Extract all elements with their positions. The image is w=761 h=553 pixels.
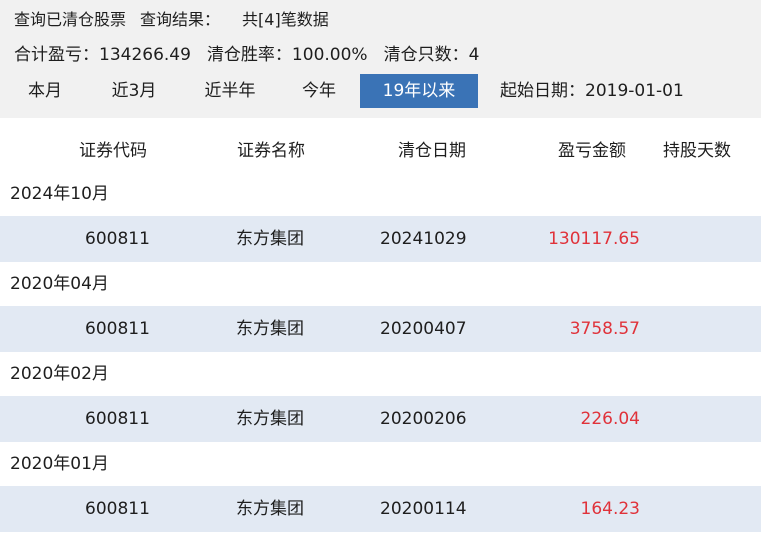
header-date[interactable]: 清仓日期 <box>398 132 466 170</box>
month-group-header: 2020年04月 <box>10 274 109 294</box>
query-title: 查询已清仓股票 <box>14 10 127 29</box>
stats-line: 合计盈亏：134266.49 清仓胜率：100.00% 清仓只数：4 <box>14 40 479 65</box>
month-group-header: 2024年10月 <box>10 184 109 204</box>
cell-date: 20200206 <box>380 409 467 429</box>
total-pl: 合计盈亏：134266.49 <box>14 45 191 65</box>
table-row[interactable]: 600811 东方集团 20200114 164.23 <box>0 486 761 532</box>
cell-code: 600811 <box>85 409 150 429</box>
header-code[interactable]: 证券代码 <box>79 132 147 170</box>
cell-date: 20241029 <box>380 229 467 249</box>
tab-half-year[interactable]: 近半年 <box>188 74 272 108</box>
tab-this-month[interactable]: 本月 <box>18 74 72 108</box>
start-date: 起始日期：2019-01-01 <box>500 81 684 101</box>
header-pl[interactable]: 盈亏金额 <box>558 132 626 170</box>
table-row[interactable]: 600811 东方集团 20200206 226.04 <box>0 396 761 442</box>
cell-pl: 226.04 <box>580 409 640 429</box>
cell-date: 20200114 <box>380 499 467 519</box>
cell-pl: 130117.65 <box>548 229 640 249</box>
result-label: 查询结果： <box>140 10 221 29</box>
table-row[interactable]: 600811 东方集团 20241029 130117.65 <box>0 216 761 262</box>
result-count: 共[4]笔数据 <box>242 10 329 29</box>
cell-name: 东方集团 <box>236 409 304 429</box>
tab-since-2019[interactable]: 19年以来 <box>360 74 478 108</box>
cell-name: 东方集团 <box>236 499 304 519</box>
cell-pl: 164.23 <box>580 499 640 519</box>
clear-count: 清仓只数：4 <box>383 45 480 65</box>
table-header: 证券代码 证券名称 清仓日期 盈亏金额 持股天数 <box>0 132 761 170</box>
win-rate: 清仓胜率：100.00% <box>206 45 368 65</box>
header-name[interactable]: 证券名称 <box>237 132 305 170</box>
table-row[interactable]: 600811 东方集团 20200407 3758.57 <box>0 306 761 352</box>
cell-pl: 3758.57 <box>569 319 640 339</box>
cell-date: 20200407 <box>380 319 467 339</box>
cell-code: 600811 <box>85 229 150 249</box>
tab-this-year[interactable]: 今年 <box>290 74 348 108</box>
query-info-line: 查询已清仓股票 查询结果： 共[4]笔数据 <box>14 6 329 30</box>
tab-3-months[interactable]: 近3月 <box>96 74 172 108</box>
summary-panel: 查询已清仓股票 查询结果： 共[4]笔数据 合计盈亏：134266.49 清仓胜率：1… <box>0 0 761 118</box>
cell-code: 600811 <box>85 319 150 339</box>
cell-code: 600811 <box>85 499 150 519</box>
month-group-header: 2020年01月 <box>10 454 109 474</box>
month-group-header: 2020年02月 <box>10 364 109 384</box>
result-list: 2024年10月 600811 东方集团 20241029 130117.65 … <box>0 172 761 532</box>
cell-name: 东方集团 <box>236 319 304 339</box>
cell-name: 东方集团 <box>236 229 304 249</box>
header-days[interactable]: 持股天数 <box>663 132 731 170</box>
